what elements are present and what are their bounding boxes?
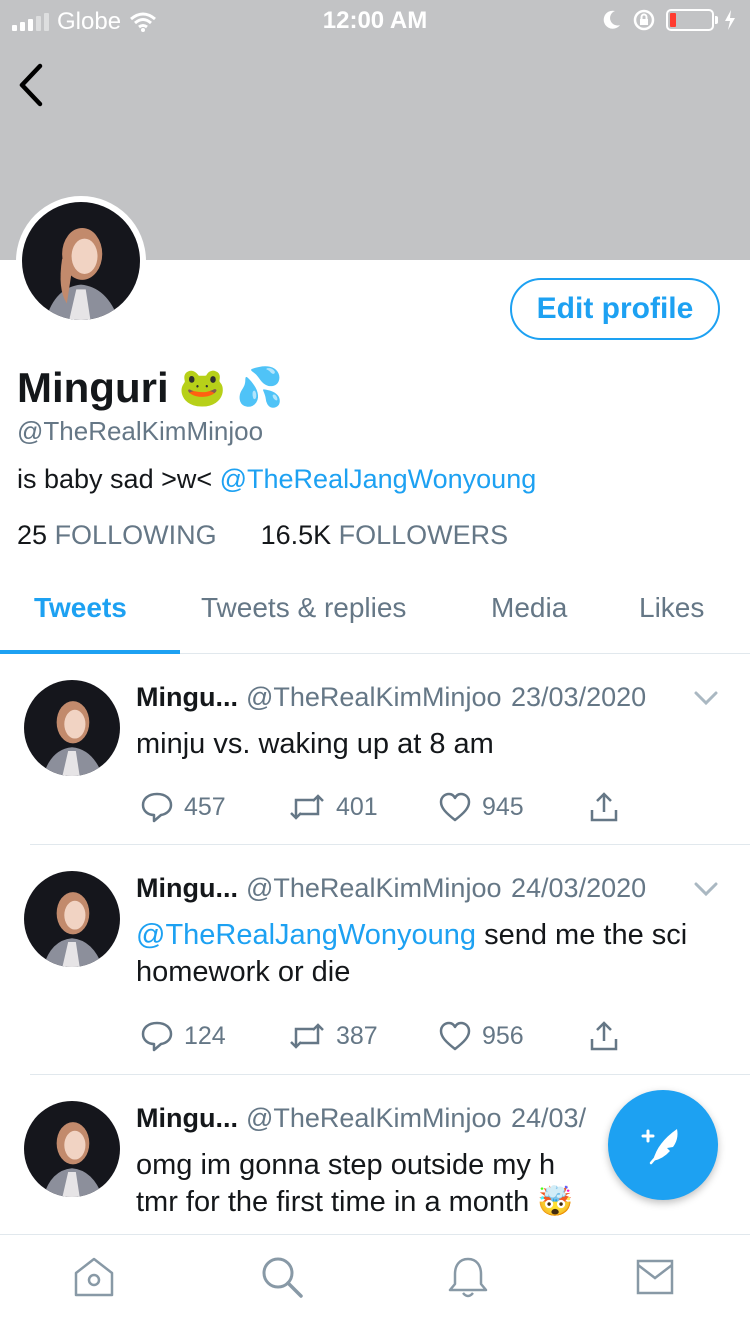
retweet-icon: [290, 794, 324, 820]
retweet-button[interactable]: 387: [288, 1019, 378, 1053]
edit-profile-button[interactable]: Edit profile: [510, 278, 720, 340]
like-button[interactable]: 945: [438, 790, 524, 824]
share-button[interactable]: [588, 1019, 620, 1053]
chevron-down-icon[interactable]: [692, 684, 720, 712]
retweet-icon: [290, 1023, 324, 1049]
tweet-avatar[interactable]: [24, 680, 120, 776]
tweet-author-name[interactable]: Mingu...: [136, 682, 238, 712]
tweet-item[interactable]: Mingu... @TheRealKimMinjoo 24/03/2020 @Th…: [0, 845, 750, 1075]
tweet-date: 24/03/2020: [511, 873, 647, 903]
tweet-header: Mingu... @TheRealKimMinjoo 24/03/2020: [136, 873, 646, 904]
tweet-author-name[interactable]: Mingu...: [136, 873, 238, 903]
profile-bio: is baby sad >w< @TheRealJangWonyoung: [17, 464, 536, 495]
following-stat[interactable]: 25 FOLLOWING: [17, 520, 217, 551]
tweet-item[interactable]: Mingu... @TheRealKimMinjoo 23/03/2020 min…: [0, 654, 750, 845]
like-button[interactable]: 956: [438, 1019, 524, 1053]
tweet-body: omg im gonna step outside my h: [136, 1149, 556, 1181]
tweet-avatar[interactable]: [24, 1101, 120, 1197]
search-icon[interactable]: [258, 1253, 306, 1301]
compose-feather-icon: [641, 1129, 678, 1165]
followers-label: FOLLOWERS: [338, 520, 509, 550]
share-icon: [590, 1021, 618, 1051]
reply-button[interactable]: 457: [140, 790, 226, 824]
charging-icon: [725, 10, 735, 30]
heart-icon: [439, 792, 471, 822]
reply-count: 457: [184, 792, 226, 821]
tweet-text: @TheRealJangWonyoung send me the sci hom…: [136, 917, 726, 991]
tweet-text: minju vs. waking up at 8 am: [136, 726, 726, 763]
tweet-date: 23/03/2020: [511, 682, 647, 712]
tab-tweets-and-replies[interactable]: Tweets & replies: [201, 592, 406, 624]
like-count: 945: [482, 792, 524, 821]
moon-icon: [603, 10, 620, 29]
chevron-left-icon: [19, 63, 43, 107]
retweet-count: 387: [336, 1021, 378, 1050]
tweet-author-handle: @TheRealKimMinjoo: [245, 873, 502, 903]
retweet-button[interactable]: 401: [288, 790, 378, 824]
followers-stat[interactable]: 16.5K FOLLOWERS: [261, 520, 509, 551]
like-count: 956: [482, 1021, 524, 1050]
tab-likes[interactable]: Likes: [639, 592, 704, 624]
status-bar: Globe 12:00 AM: [0, 0, 750, 40]
following-label: FOLLOWING: [54, 520, 217, 550]
tweet-header: Mingu... @TheRealKimMinjoo 24/03/: [136, 1103, 586, 1134]
tweet-avatar[interactable]: [24, 871, 120, 967]
tweet-author-handle: @TheRealKimMinjoo: [245, 682, 502, 712]
reply-button[interactable]: 124: [140, 1019, 226, 1053]
profile-tabs: Tweets Tweets & replies Media Likes: [0, 580, 750, 654]
tweet-actions: 124 387 956: [136, 1019, 636, 1053]
tweet-author-handle: @TheRealKimMinjoo: [245, 1103, 502, 1133]
profile-avatar[interactable]: [16, 196, 146, 326]
chevron-down-icon[interactable]: [692, 875, 720, 903]
tweet-body: minju vs. waking up at 8 am: [136, 728, 494, 760]
rotation-lock-icon: [633, 9, 655, 31]
reply-icon: [141, 1021, 173, 1052]
frog-emoji: 🐸: [178, 367, 226, 409]
retweet-count: 401: [336, 792, 378, 821]
tweet-date: 24/03/: [511, 1103, 587, 1133]
followers-count: 16.5K: [260, 520, 332, 550]
reply-count: 124: [184, 1021, 226, 1050]
bio-mention-link[interactable]: @TheRealJangWonyoung: [220, 464, 537, 494]
display-name: Minguri 🐸 💦: [17, 364, 283, 412]
tweet-header: Mingu... @TheRealKimMinjoo 23/03/2020: [136, 682, 646, 713]
back-button[interactable]: [12, 60, 52, 110]
display-name-text: Minguri: [17, 364, 169, 411]
tweet-actions: 457 401 945: [136, 790, 636, 824]
tab-tweets[interactable]: Tweets: [34, 592, 127, 624]
following-count: 25: [17, 520, 48, 550]
tab-media[interactable]: Media: [491, 592, 567, 624]
reply-icon: [141, 792, 173, 823]
bottom-tab-bar: [0, 1234, 750, 1334]
messages-envelope-icon[interactable]: [632, 1253, 680, 1301]
sweat-droplets-emoji: 💦: [235, 367, 284, 409]
share-button[interactable]: [588, 790, 620, 824]
tweet-mention-link[interactable]: @TheRealJangWonyoung: [136, 919, 476, 951]
profile-stats: 25 FOLLOWING 16.5K FOLLOWERS: [17, 520, 508, 551]
home-icon[interactable]: [70, 1253, 118, 1301]
notifications-bell-icon[interactable]: [444, 1253, 492, 1301]
tweet-body-line2: tmr for the first time in a month 🤯: [136, 1186, 574, 1218]
avatar-photo: [22, 202, 140, 320]
heart-icon: [439, 1021, 471, 1051]
battery-icon: [666, 9, 718, 31]
profile-handle: @TheRealKimMinjoo: [17, 416, 264, 446]
tweet-author-name[interactable]: Mingu...: [136, 1103, 238, 1133]
share-icon: [590, 792, 618, 822]
bio-text: is baby sad >w<: [17, 464, 220, 494]
compose-tweet-button[interactable]: [608, 1090, 718, 1200]
